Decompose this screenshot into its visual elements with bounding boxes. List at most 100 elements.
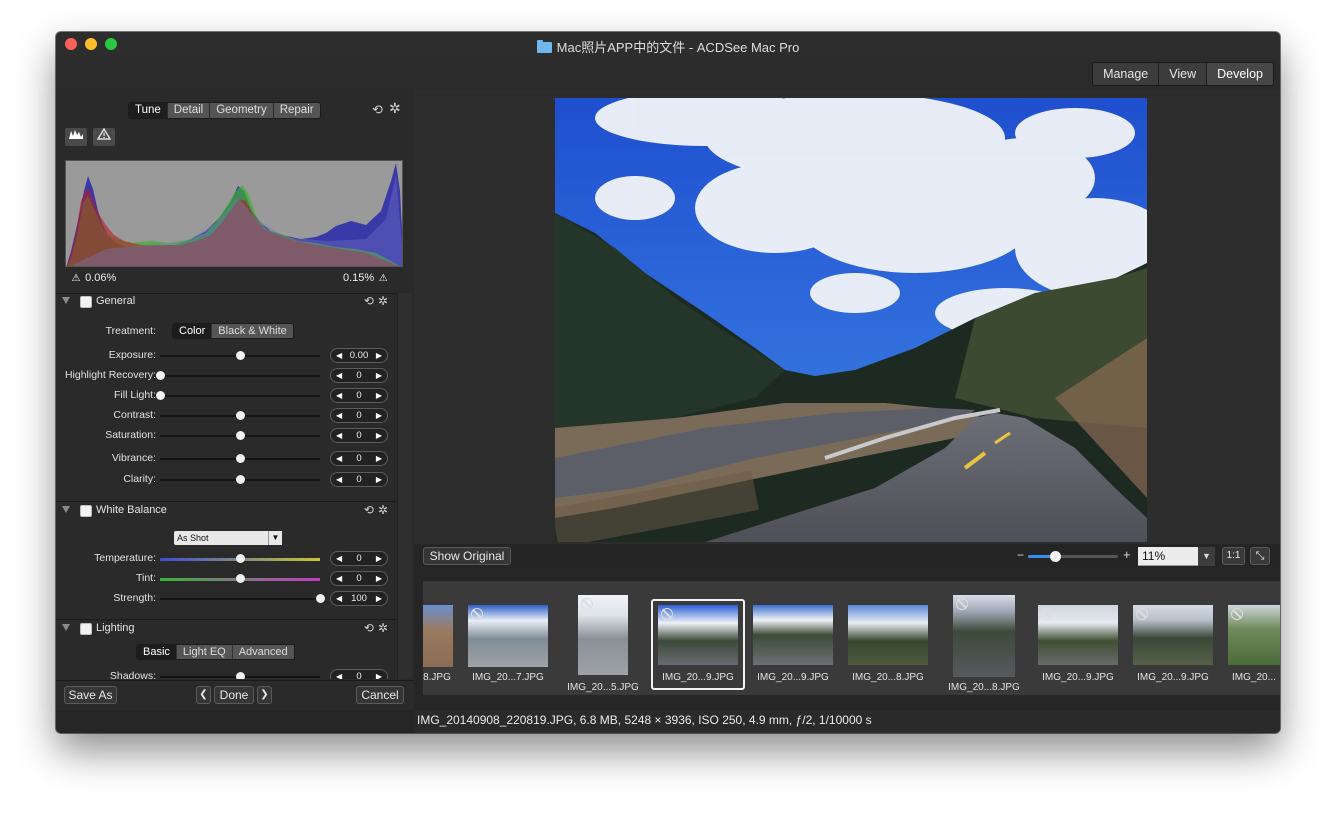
decrement-icon[interactable]: ◀ bbox=[336, 452, 342, 465]
filmstrip-item-selected[interactable]: IMG_20...9.JPG bbox=[651, 581, 745, 695]
reset-icon[interactable]: ⟲ bbox=[364, 503, 378, 517]
value-stepper[interactable]: ◀ 0 ▶ bbox=[330, 408, 388, 423]
slider-thumb[interactable] bbox=[236, 411, 245, 420]
increment-icon[interactable]: ▶ bbox=[376, 389, 382, 402]
decrement-icon[interactable]: ◀ bbox=[336, 670, 342, 679]
decrement-icon[interactable]: ◀ bbox=[336, 409, 342, 422]
decrement-icon[interactable]: ◀ bbox=[336, 473, 342, 486]
filmstrip-item[interactable]: 8.JPG bbox=[423, 581, 453, 695]
value-stepper[interactable]: ◀ 0 ▶ bbox=[330, 368, 388, 383]
gear-icon[interactable]: ✲ bbox=[378, 294, 392, 308]
zoom-dropdown-icon[interactable]: ▼ bbox=[1198, 547, 1215, 566]
zoom-slider[interactable] bbox=[1028, 551, 1118, 562]
increment-icon[interactable]: ▶ bbox=[376, 429, 382, 442]
treatment-bw-option[interactable]: Black & White bbox=[212, 324, 293, 338]
slider-thumb[interactable] bbox=[236, 554, 245, 563]
next-image-button[interactable]: ❯ bbox=[257, 686, 272, 704]
slider-thumb[interactable] bbox=[236, 351, 245, 360]
fit-to-screen-icon[interactable]: ⤡ bbox=[1250, 547, 1270, 565]
white-balance-section-header[interactable]: White Balance ⟲✲ bbox=[56, 503, 396, 522]
decrement-icon[interactable]: ◀ bbox=[336, 349, 342, 362]
mode-manage[interactable]: Manage bbox=[1093, 63, 1160, 85]
adjustment-slider[interactable] bbox=[156, 371, 320, 380]
slider-thumb[interactable] bbox=[236, 475, 245, 484]
slider-thumb[interactable] bbox=[236, 574, 245, 583]
value-stepper[interactable]: ◀ 0 ▶ bbox=[330, 571, 388, 586]
lighting-advanced-option[interactable]: Advanced bbox=[232, 645, 294, 659]
filmstrip-item[interactable]: IMG_20...7.JPG bbox=[468, 581, 548, 695]
adjustment-slider[interactable] bbox=[160, 554, 320, 563]
filmstrip-item[interactable]: IMG_20...9.JPG bbox=[753, 581, 833, 695]
save-as-button[interactable]: Save As bbox=[64, 686, 117, 704]
tab-detail[interactable]: Detail bbox=[167, 103, 211, 118]
treatment-color-option[interactable]: Color bbox=[173, 324, 213, 338]
zoom-level-field[interactable]: 11% bbox=[1138, 547, 1198, 566]
zoom-in-icon[interactable]: + bbox=[1123, 547, 1131, 562]
value-stepper[interactable]: ◀ 0 ▶ bbox=[330, 388, 388, 403]
lighting-enable-checkbox[interactable] bbox=[80, 623, 92, 635]
decrement-icon[interactable]: ◀ bbox=[336, 389, 342, 402]
slider-thumb[interactable] bbox=[156, 391, 165, 400]
filmstrip-item[interactable]: IMG_20...8.JPG bbox=[948, 581, 1020, 695]
filmstrip-item[interactable]: IMG_20...9.JPG bbox=[1038, 581, 1118, 695]
disclosure-triangle-icon[interactable] bbox=[62, 624, 70, 631]
decrement-icon[interactable]: ◀ bbox=[336, 572, 342, 585]
value-stepper[interactable]: ◀ 0 ▶ bbox=[330, 428, 388, 443]
decrement-icon[interactable]: ◀ bbox=[336, 369, 342, 382]
slider-thumb[interactable] bbox=[236, 454, 245, 463]
gear-icon[interactable]: ✲ bbox=[378, 503, 392, 517]
reset-icon[interactable]: ⟲ bbox=[372, 102, 383, 118]
lighting-basic-option[interactable]: Basic bbox=[137, 645, 177, 659]
increment-icon[interactable]: ▶ bbox=[376, 409, 382, 422]
mode-develop[interactable]: Develop bbox=[1207, 63, 1273, 85]
tab-tune[interactable]: Tune bbox=[129, 103, 168, 118]
tab-geometry[interactable]: Geometry bbox=[210, 103, 274, 118]
filmstrip-item[interactable]: IMG_20... bbox=[1228, 581, 1280, 695]
show-original-button[interactable]: Show Original bbox=[423, 547, 511, 565]
increment-icon[interactable]: ▶ bbox=[376, 572, 382, 585]
increment-icon[interactable]: ▶ bbox=[376, 592, 382, 605]
adjustment-slider[interactable] bbox=[160, 431, 320, 440]
filmstrip-item[interactable]: IMG_20...8.JPG bbox=[848, 581, 928, 695]
adjustments-scrollbar[interactable] bbox=[397, 293, 412, 679]
white-balance-enable-checkbox[interactable] bbox=[80, 505, 92, 517]
reset-icon[interactable]: ⟲ bbox=[364, 621, 378, 635]
adjustment-slider[interactable] bbox=[160, 351, 320, 360]
adjustment-slider[interactable] bbox=[160, 574, 320, 583]
value-stepper[interactable]: ◀ 0.00 ▶ bbox=[330, 348, 388, 363]
decrement-icon[interactable]: ◀ bbox=[336, 552, 342, 565]
lighting-lighteq-option[interactable]: Light EQ bbox=[176, 645, 233, 659]
gear-icon[interactable]: ✲ bbox=[378, 621, 392, 635]
adjustment-slider[interactable] bbox=[160, 411, 320, 420]
white-balance-preset-select[interactable]: As Shot ▼ bbox=[174, 531, 282, 545]
cancel-button[interactable]: Cancel bbox=[356, 686, 404, 704]
chevron-down-icon[interactable]: ▼ bbox=[268, 531, 282, 545]
reset-icon[interactable]: ⟲ bbox=[364, 294, 378, 308]
zoom-slider-thumb[interactable] bbox=[1050, 551, 1061, 562]
slider-thumb[interactable] bbox=[156, 371, 165, 380]
main-photo[interactable] bbox=[555, 98, 1147, 542]
disclosure-triangle-icon[interactable] bbox=[62, 297, 70, 304]
filmstrip-item[interactable]: IMG_20...5.JPG bbox=[567, 581, 639, 695]
value-stepper[interactable]: ◀ 100 ▶ bbox=[330, 591, 388, 606]
increment-icon[interactable]: ▶ bbox=[376, 452, 382, 465]
actual-size-button[interactable]: 1:1 bbox=[1222, 547, 1245, 565]
adjustment-slider[interactable] bbox=[160, 475, 320, 484]
increment-icon[interactable]: ▶ bbox=[376, 552, 382, 565]
done-button[interactable]: Done bbox=[214, 686, 254, 704]
increment-icon[interactable]: ▶ bbox=[376, 369, 382, 382]
value-stepper[interactable]: ◀ 0 ▶ bbox=[330, 451, 388, 466]
gear-icon[interactable]: ✲ bbox=[389, 100, 401, 117]
mode-view[interactable]: View bbox=[1159, 63, 1208, 85]
disclosure-triangle-icon[interactable] bbox=[62, 506, 70, 513]
value-stepper[interactable]: ◀ 0 ▶ bbox=[330, 551, 388, 566]
increment-icon[interactable]: ▶ bbox=[376, 349, 382, 362]
adjustment-slider[interactable] bbox=[160, 454, 320, 463]
increment-icon[interactable]: ▶ bbox=[376, 473, 382, 486]
decrement-icon[interactable]: ◀ bbox=[336, 592, 342, 605]
filmstrip-item[interactable]: IMG_20...9.JPG bbox=[1133, 581, 1213, 695]
increment-icon[interactable]: ▶ bbox=[376, 670, 382, 679]
zoom-out-icon[interactable]: − bbox=[1017, 548, 1024, 562]
clipping-warning-icon[interactable] bbox=[93, 127, 115, 146]
slider-thumb[interactable] bbox=[236, 672, 245, 679]
